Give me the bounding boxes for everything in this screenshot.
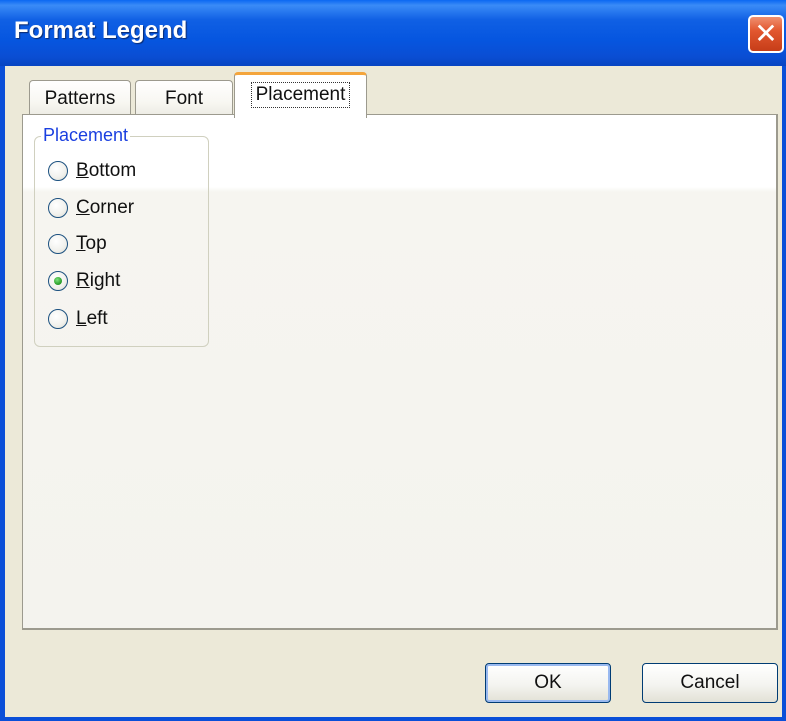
radio-right-text: ight xyxy=(89,270,121,291)
radio-bottom-text: ottom xyxy=(88,160,137,181)
radio-top[interactable]: Top xyxy=(48,233,107,255)
placement-group-label: Placement xyxy=(41,125,131,146)
radio-right-circle[interactable] xyxy=(48,271,68,291)
tab-placement[interactable]: Placement xyxy=(234,72,367,118)
tab-placement-label: Placement xyxy=(250,81,351,108)
radio-left-accel: L xyxy=(76,308,87,329)
radio-bottom-circle[interactable] xyxy=(48,161,68,181)
radio-corner-label: Corner xyxy=(76,197,134,219)
radio-left-label: Left xyxy=(76,308,108,330)
close-button[interactable]: ✕ xyxy=(748,15,784,53)
radio-left-text: eft xyxy=(86,308,108,329)
radio-left[interactable]: Left xyxy=(48,308,108,330)
radio-corner[interactable]: Corner xyxy=(48,197,134,219)
tab-patterns-label: Patterns xyxy=(44,87,116,109)
radio-right[interactable]: Right xyxy=(48,270,120,292)
radio-corner-text: orner xyxy=(89,197,135,218)
tab-patterns[interactable]: Patterns xyxy=(29,80,131,116)
radio-bottom-label: Bottom xyxy=(76,160,136,182)
radio-top-accel: T xyxy=(76,233,86,254)
close-icon: ✕ xyxy=(754,18,778,49)
radio-right-accel: R xyxy=(76,270,90,291)
radio-top-circle[interactable] xyxy=(48,234,68,254)
cancel-button[interactable]: Cancel xyxy=(642,663,778,703)
radio-corner-accel: C xyxy=(76,197,90,218)
dialog-title: Format Legend xyxy=(14,17,188,44)
radio-right-label: Right xyxy=(76,270,120,292)
radio-top-label: Top xyxy=(76,233,107,255)
title-bar[interactable]: Format Legend ✕ xyxy=(0,0,786,66)
radio-left-circle[interactable] xyxy=(48,309,68,329)
ok-button[interactable]: OK xyxy=(485,663,611,703)
tab-font-label: Font xyxy=(164,87,204,109)
radio-bottom-accel: B xyxy=(76,160,89,181)
radio-top-text: op xyxy=(85,233,107,254)
radio-bottom[interactable]: Bottom xyxy=(48,160,136,182)
tab-font[interactable]: Font xyxy=(135,80,233,116)
radio-corner-circle[interactable] xyxy=(48,198,68,218)
